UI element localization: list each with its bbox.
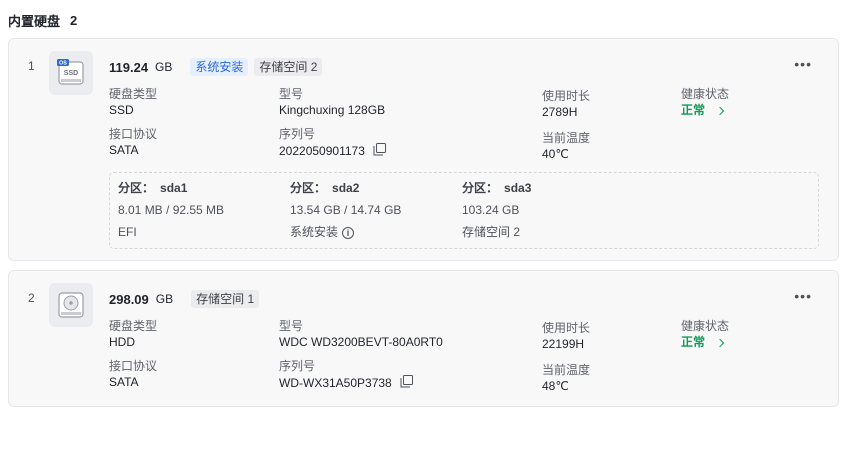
more-options-button[interactable]: •••	[794, 57, 812, 71]
field-interface: 接口协议 SATA	[109, 359, 157, 390]
field-value: 2022050901173	[279, 143, 386, 160]
partition-size: 103.24 GB	[462, 203, 520, 217]
field-value: 40℃	[542, 147, 569, 161]
field-label: 序列号	[279, 359, 316, 373]
tag-storage-space: 存储空间 2	[254, 58, 323, 76]
field-label: 型号	[279, 319, 304, 333]
field-label: 序列号	[279, 127, 316, 141]
field-health: 健康状态 正常	[681, 87, 729, 118]
partition-label: 分区：	[118, 181, 155, 195]
disk-capacity: 298.09 GB 存储空间 1	[109, 290, 260, 308]
health-status-text: 正常	[681, 103, 706, 117]
field-uptime: 使用时长 22199H	[542, 321, 590, 352]
field-value: 22199H	[542, 337, 585, 351]
health-status-text: 正常	[681, 335, 706, 349]
field-temperature: 当前温度 40℃	[542, 131, 590, 162]
capacity-unit: GB	[155, 60, 173, 74]
section-title: 内置硬盘	[8, 14, 61, 29]
disk-count: 2	[70, 13, 78, 28]
field-value: Kingchuxing 128GB	[279, 103, 386, 117]
field-value: SATA	[109, 375, 139, 389]
partition-usage: 系统安装	[290, 225, 339, 239]
field-disk-type: 硬盘类型 SSD	[109, 87, 157, 118]
field-label: 健康状态	[681, 87, 730, 101]
capacity-value: 119.24	[109, 59, 149, 75]
field-value: SSD	[109, 103, 134, 117]
field-disk-type: 硬盘类型 HDD	[109, 319, 157, 350]
section-header: 内置硬盘 2	[8, 11, 77, 30]
disk-card-1: 1 SSD OS 119.24 GB 系统安装 存储空间 2 ••• 硬盘类型 …	[8, 38, 839, 261]
partition-size: 8.01 MB / 92.55 MB	[118, 203, 225, 217]
partition-usage: EFI	[118, 225, 137, 239]
tag-storage-space: 存储空间 1	[191, 290, 260, 308]
field-serial: 序列号 2022050901173	[279, 127, 386, 160]
field-value: WD-WX31A50P3738	[279, 375, 413, 392]
disk-index: 2	[28, 291, 35, 305]
field-model: 型号 Kingchuxing 128GB	[279, 87, 385, 118]
field-temperature: 当前温度 48℃	[542, 363, 590, 394]
partition-size: 13.54 GB / 14.74 GB	[290, 203, 402, 217]
field-value: 2789H	[542, 105, 578, 119]
chevron-right-icon	[715, 338, 725, 347]
copy-icon[interactable]	[373, 143, 386, 160]
field-label: 硬盘类型	[109, 319, 158, 333]
info-icon[interactable]: i	[342, 226, 355, 239]
disk-card-2: 2 298.09 GB 存储空间 1 ••• 硬盘类型 HDD 型号 WDC W…	[8, 270, 839, 407]
partition-sda3: 分区： sda3 103.24 GB 存储空间 2	[462, 181, 531, 240]
serial-text: 2022050901173	[279, 144, 365, 158]
partition-label: 分区：	[462, 181, 499, 195]
serial-text: WD-WX31A50P3738	[279, 376, 392, 390]
field-label: 型号	[279, 87, 304, 101]
field-label: 使用时长	[542, 321, 591, 335]
field-label: 硬盘类型	[109, 87, 158, 101]
partition-name: sda2	[332, 181, 360, 195]
svg-text:OS: OS	[59, 61, 67, 67]
disk-capacity: 119.24 GB 系统安装 存储空间 2	[109, 58, 323, 76]
partition-usage: 存储空间 2	[462, 225, 521, 239]
field-health: 健康状态 正常	[681, 319, 729, 350]
field-label: 当前温度	[542, 363, 591, 377]
field-label: 健康状态	[681, 319, 730, 333]
partition-sda2: 分区： sda2 13.54 GB / 14.74 GB 系统安装 i	[290, 181, 401, 240]
copy-icon[interactable]	[400, 375, 413, 392]
hdd-disk-icon	[49, 283, 93, 327]
health-status-link[interactable]: 正常	[681, 103, 729, 118]
partition-name: sda1	[160, 181, 188, 195]
partition-sda1: 分区： sda1 8.01 MB / 92.55 MB EFI	[118, 181, 224, 240]
field-label: 接口协议	[109, 127, 158, 141]
field-uptime: 使用时长 2789H	[542, 89, 590, 120]
partition-panel: 分区： sda1 8.01 MB / 92.55 MB EFI 分区： sda2 1…	[109, 172, 819, 249]
health-status-link[interactable]: 正常	[681, 335, 729, 350]
field-label: 当前温度	[542, 131, 591, 145]
field-value: 48℃	[542, 379, 569, 393]
field-value: WDC WD3200BEVT-80A0RT0	[279, 335, 443, 349]
field-value: HDD	[109, 335, 135, 349]
tag-system-install: 系统安装	[190, 58, 249, 76]
capacity-unit: GB	[155, 292, 174, 306]
field-model: 型号 WDC WD3200BEVT-80A0RT0	[279, 319, 443, 350]
field-label: 接口协议	[109, 359, 158, 373]
field-serial: 序列号 WD-WX31A50P3738	[279, 359, 413, 392]
ssd-os-disk-icon: SSD OS	[49, 51, 93, 95]
chevron-right-icon	[715, 106, 725, 115]
svg-text:SSD: SSD	[64, 70, 78, 77]
partition-label: 分区：	[290, 181, 327, 195]
field-value: SATA	[109, 143, 139, 157]
field-label: 使用时长	[542, 89, 591, 103]
more-options-button[interactable]: •••	[794, 289, 812, 303]
partition-name: sda3	[504, 181, 532, 195]
field-interface: 接口协议 SATA	[109, 127, 157, 158]
disk-index: 1	[28, 59, 35, 73]
capacity-value: 298.09	[109, 291, 149, 307]
